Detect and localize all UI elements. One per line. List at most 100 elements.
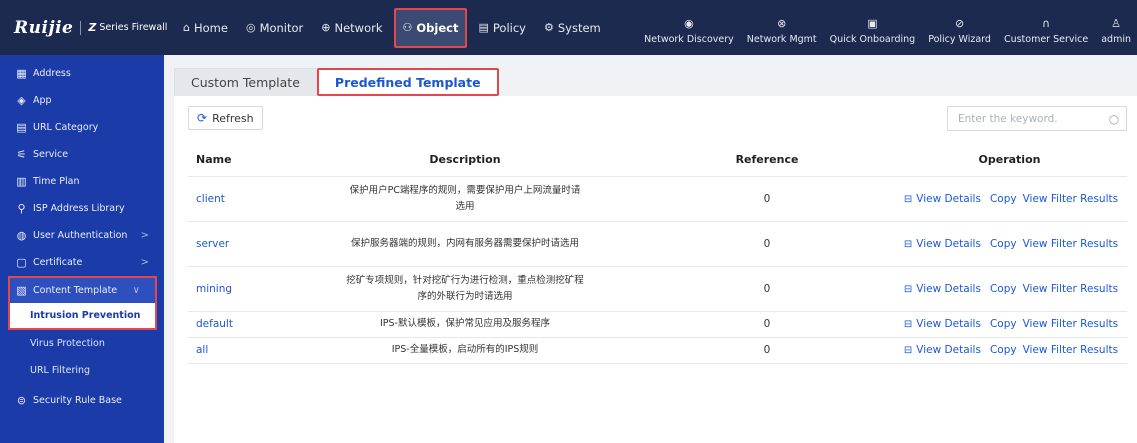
- copy-link[interactable]: Copy: [990, 238, 1017, 250]
- sidebar-subitem-intrusion-prevention[interactable]: Intrusion Prevention: [8, 303, 157, 330]
- template-description: IPS-默认模板，保护常见应用及服务程序: [288, 311, 642, 338]
- compass-icon: ⊘: [954, 17, 965, 30]
- template-name-link[interactable]: mining: [188, 266, 288, 312]
- view-details-link[interactable]: ⊟ View Details: [901, 238, 984, 250]
- sidebar-item-app[interactable]: ◈ App: [0, 87, 164, 114]
- view-details-label: View Details: [916, 344, 981, 356]
- view-details-link[interactable]: ⊟ View Details: [901, 344, 984, 356]
- search-icon[interactable]: ○: [1102, 112, 1126, 126]
- row-operations: ⊟ View Details Copy View Filter Results: [892, 337, 1127, 364]
- tool-network-discovery[interactable]: ◉ Network Discovery: [644, 18, 734, 46]
- tool-label: Network Discovery: [644, 34, 734, 45]
- view-filter-results-link[interactable]: View Filter Results: [1023, 318, 1119, 330]
- sidebar-item-content-template[interactable]: ▧ Content Template ∨: [8, 276, 157, 303]
- sidebar-subitem-url-filtering[interactable]: URL Filtering: [0, 357, 164, 384]
- gear-icon: ⚙: [543, 21, 554, 34]
- view-filter-results-link[interactable]: View Filter Results: [1023, 344, 1119, 356]
- sidebar-item-service[interactable]: ⚟ Service: [0, 141, 164, 168]
- refresh-button[interactable]: ⟳ Refresh: [188, 106, 263, 130]
- tab-predefined-template[interactable]: Predefined Template: [316, 68, 499, 96]
- template-description: 挖矿专项规则，针对挖矿行为进行检测，重点检测挖矿程序的外联行为时请选用: [288, 266, 642, 312]
- search-input[interactable]: [948, 107, 1102, 130]
- nav-label: Monitor: [259, 20, 304, 35]
- view-filter-results-link[interactable]: View Filter Results: [1023, 238, 1119, 250]
- copy-link[interactable]: Copy: [990, 283, 1017, 295]
- view-details-label: View Details: [916, 282, 981, 295]
- sidebar-subitem-virus-protection[interactable]: Virus Protection: [0, 330, 164, 357]
- copy-link[interactable]: Copy: [990, 344, 1017, 356]
- sidebar-subitem-label: URL Filtering: [30, 365, 91, 376]
- table-row: all IPS-全量模板，启动所有的IPS规则 0 ⊟ View Details C…: [188, 337, 1127, 364]
- nav-label: Home: [193, 20, 228, 35]
- object-icon: ⚇: [402, 21, 413, 34]
- sidebar-item-address[interactable]: ▦ Address: [0, 60, 164, 87]
- brand: Ruijie Z Series Firewall: [0, 18, 170, 38]
- tab-custom-template[interactable]: Custom Template: [174, 68, 317, 96]
- view-details-link[interactable]: ⊟ View Details: [901, 193, 984, 205]
- copy-link[interactable]: Copy: [990, 193, 1017, 205]
- sidebar-item-label: Address: [33, 68, 71, 79]
- sidebar-subitem-label: Intrusion Prevention: [30, 310, 141, 321]
- template-name-link[interactable]: client: [188, 176, 288, 222]
- sidebar-item-label: URL Category: [33, 122, 99, 133]
- template-description: IPS-全量模板，启动所有的IPS规则: [288, 337, 642, 364]
- nav-system[interactable]: ⚙ System: [537, 13, 608, 43]
- top-bar: Ruijie Z Series Firewall ⌂ Home ◎ Monitor …: [0, 0, 1137, 55]
- table-row: server 保护服务器端的规则，内网有服务器需要保护时请选用 0 ⊟ View …: [188, 221, 1127, 267]
- nav-label: Policy: [492, 20, 526, 35]
- nav-network[interactable]: ⊕ Network: [314, 13, 389, 43]
- view-details-link[interactable]: ⊟ View Details: [901, 318, 984, 330]
- view-details-label: View Details: [916, 318, 981, 330]
- column-header-reference[interactable]: Reference: [642, 143, 892, 177]
- nav-label: System: [557, 20, 601, 35]
- chevron-down-icon: ∨: [132, 285, 140, 296]
- sidebar-item-label: Certificate: [33, 257, 83, 268]
- sidebar-item-label: User Authentication: [33, 230, 128, 241]
- sidebar-item-isp-address-library[interactable]: ⚲ ISP Address Library: [0, 195, 164, 222]
- nav-home[interactable]: ⌂ Home: [176, 13, 235, 43]
- sidebar-item-url-category[interactable]: ▤ URL Category: [0, 114, 164, 141]
- home-icon: ⌂: [183, 21, 190, 34]
- view-details-link[interactable]: ⊟ View Details: [901, 283, 984, 295]
- nav-object[interactable]: ⚇ Object: [393, 7, 468, 48]
- shield-icon: ◍: [16, 229, 27, 242]
- header-tools: ◉ Network Discovery ⊗ Network Mgmt ▣ Quick …: [631, 0, 1137, 55]
- template-name-link[interactable]: server: [188, 221, 288, 267]
- tool-policy-wizard[interactable]: ⊘ Policy Wizard: [928, 17, 991, 46]
- sidebar-item-certificate[interactable]: ▢ Certificate >: [0, 249, 164, 276]
- nav-policy[interactable]: ▤ Policy: [471, 13, 533, 43]
- tool-label: admin: [1101, 34, 1131, 45]
- copy-link[interactable]: Copy: [990, 318, 1017, 330]
- headset-icon: ∩: [1042, 17, 1051, 30]
- view-filter-results-link[interactable]: View Filter Results: [1023, 193, 1119, 205]
- tool-quick-onboarding[interactable]: ▣ Quick Onboarding: [830, 18, 916, 46]
- sidebar-item-label: Content Template: [33, 285, 118, 296]
- column-header-name[interactable]: Name: [188, 143, 288, 177]
- url-category-icon: ▤: [16, 121, 27, 134]
- table-row: client 保护用户PC端程序的规则，需要保护用户上网流量时请选用 0 ⊟ Vi…: [188, 176, 1127, 222]
- nav-monitor[interactable]: ◎ Monitor: [239, 13, 310, 43]
- tool-admin-user[interactable]: ♙ admin: [1101, 18, 1131, 46]
- template-description: 保护用户PC端程序的规则，需要保护用户上网流量时请选用: [288, 176, 642, 222]
- sidebar-item-security-rule-base[interactable]: ⊜ Security Rule Base: [0, 387, 164, 414]
- network-mgmt-icon: ⊗: [777, 17, 787, 30]
- view-filter-results-link[interactable]: View Filter Results: [1023, 283, 1119, 295]
- template-table: Name Description Reference Operation cli…: [188, 143, 1127, 364]
- table-row: default IPS-默认模板，保护常见应用及服务程序 0 ⊟ View Det…: [188, 311, 1127, 338]
- refresh-icon: ⟳: [197, 111, 208, 125]
- tool-network-mgmt[interactable]: ⊗ Network Mgmt: [747, 17, 817, 46]
- sidebar-item-label: App: [33, 95, 52, 106]
- chevron-right-icon: >: [140, 257, 149, 268]
- column-header-description[interactable]: Description: [288, 143, 642, 177]
- policy-icon: ▤: [478, 21, 489, 34]
- template-name-link[interactable]: default: [188, 311, 288, 338]
- certificate-icon: ▢: [16, 256, 27, 269]
- refresh-label: Refresh: [212, 111, 254, 125]
- tool-customer-service[interactable]: ∩ Customer Service: [1004, 17, 1088, 46]
- template-name-link[interactable]: all: [188, 337, 288, 364]
- table-header-row: Name Description Reference Operation: [188, 143, 1127, 177]
- sidebar-item-user-authentication[interactable]: ◍ User Authentication >: [0, 222, 164, 249]
- sidebar-item-time-plan[interactable]: ▥ Time Plan: [0, 168, 164, 195]
- details-icon: ⊟: [903, 345, 913, 356]
- main-nav: ⌂ Home ◎ Monitor ⊕ Network ⚇ Object ▤ Policy …: [176, 0, 612, 55]
